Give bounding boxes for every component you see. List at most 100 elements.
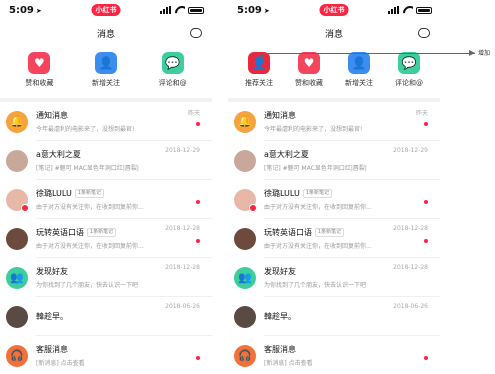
quick-action-comments[interactable]: 💬 评论和@ [385, 52, 433, 98]
location-icon: ➤ [35, 7, 42, 15]
chat-bubble-icon[interactable] [418, 25, 430, 38]
row-preview: [笔记] #魅可 MAC显色年洞口红|唇裂| [264, 165, 367, 172]
person-icon: 👤 [348, 52, 370, 74]
row-time: 2018-06-26 [165, 303, 200, 310]
verified-badge-icon [21, 203, 29, 212]
app-badge: 小红书 [91, 4, 121, 16]
quick-action-comments[interactable]: 💬 评论和@ [149, 52, 197, 98]
list-item[interactable]: 徐璐LULU 1条新笔记 由于对方没有关注你，在收到回复前你... [0, 180, 212, 219]
page-title: 消息 [324, 30, 343, 40]
avatar [6, 227, 28, 250]
quick-action-recommended-follows[interactable]: 👤 推荐关注 [235, 52, 283, 98]
unread-dot [424, 122, 428, 126]
row-preview: [新消息] 点击查看 [264, 360, 313, 367]
heart-icon: ♥ [298, 52, 320, 74]
quick-action-label: 赞和收藏 [25, 79, 54, 87]
quick-action-label: 新增关注 [91, 79, 120, 87]
list-item[interactable]: 韓趁早。 2018-06-26 [228, 297, 440, 336]
list-item[interactable]: a意大利之夏 [笔记] #魅可 MAC显色年洞口红|唇裂| 2018-12-29 [228, 141, 440, 180]
row-title: 韓趁早。 [264, 312, 296, 321]
list-item-customer-service[interactable]: 🎧 客服消息 [新消息] 点击查看 [0, 336, 212, 374]
battery-icon [416, 6, 432, 14]
phone-screen-before: 5:09➤ 小红书 消息 ♥ 赞和收藏 👤 新增关注 💬 评论和@ 🔔 通知消息… [0, 0, 212, 374]
quick-action-likes[interactable]: ♥ 赞和收藏 [15, 52, 63, 98]
avatar [234, 305, 256, 328]
message-list: 🔔 通知消息 今年最虐利的电影来了，没想到最官! 昨天 a意大利之夏 [笔记] #魅… [0, 102, 212, 374]
row-title: 徐璐LULU [36, 189, 72, 198]
row-preview: 由于对方没有关注你，在收到回复前你... [264, 204, 372, 211]
row-preview: 今年最虐利的电影来了，没想到最官! [36, 126, 135, 133]
list-item[interactable]: a意大利之夏 [笔记] #魅可 MAC显色年洞口红|唇裂| 2018-12-29 [0, 141, 212, 180]
unread-dot [196, 356, 200, 360]
annotation-arrow-icon [469, 50, 475, 56]
row-time: 2018-12-28 [393, 225, 428, 232]
list-item[interactable]: 玩转英语口语 1条新笔记 由于对方没有关注你，在收到回复前你... 2018-12-… [0, 219, 212, 258]
status-time: 5:09 ➤ [9, 5, 42, 16]
status-time: 5:09 ➤ [237, 5, 270, 16]
row-time: 2018-12-28 [393, 264, 428, 271]
quick-action-label: 评论和@ [158, 79, 187, 87]
list-item-customer-service[interactable]: 🎧 客服消息 [新消息] 点击查看 [228, 336, 440, 374]
list-item-find-friends[interactable]: 👥 发现好友 为你找到了几个朋友，快去认识一下吧 2018-12-28 [228, 258, 440, 297]
status-bar: 5:09 ➤ 小红书 [228, 0, 440, 22]
row-title: 韓趁早。 [36, 312, 68, 321]
avatar [234, 149, 256, 172]
new-note-tag: 1条新笔记 [87, 228, 117, 237]
list-item[interactable]: 徐璐LULU 1条新笔记 由于对方没有关注你，在收到回复前你... [228, 180, 440, 219]
location-icon: ➤ [263, 7, 270, 15]
row-time: 昨天 [187, 110, 200, 117]
avatar [6, 149, 28, 172]
row-preview: [新消息] 点击查看 [36, 360, 85, 367]
quick-actions: ♥ 赞和收藏 👤 新增关注 💬 评论和@ [0, 46, 212, 98]
list-item[interactable]: 韓趁早。 2018-06-26 [0, 297, 212, 336]
quick-action-label: 新增关注 [345, 79, 373, 87]
list-item-notification[interactable]: 🔔 通知消息 今年最虐利的电影来了，没想到最官! 昨天 [228, 102, 440, 141]
row-preview: 今年最虐利的电影来了，没想到最官! [264, 126, 363, 133]
new-note-tag: 1条新笔记 [315, 228, 345, 237]
row-preview: 为你找到了几个朋友，快去认识一下吧 [36, 282, 139, 289]
recommend-user-icon: 👤 [248, 52, 270, 74]
unread-dot [196, 200, 200, 204]
row-title: 客服消息 [36, 345, 68, 354]
list-item[interactable]: 玩转英语口语 1条新笔记由于对方没有关注你，在收到回复前你... 2018-12-… [228, 219, 440, 258]
phone-screen-after: 5:09➤ 小红书 消息 👤 推荐关注 ♥ 赞和收藏 👤 新增关注 💬 评论和@ [228, 0, 440, 374]
people-icon: 👥 [6, 266, 28, 289]
row-title: 玩转英语口语 [36, 228, 84, 237]
avatar [6, 188, 29, 212]
unread-dot [424, 239, 428, 243]
row-preview: 由于对方没有关注你，在收到回复前你... [36, 204, 144, 211]
status-bar: 5:09 ➤ 小红书 [0, 0, 212, 22]
list-item-notification[interactable]: 🔔 通知消息 今年最虐利的电影来了，没想到最官! 昨天 [0, 102, 212, 141]
chat-bubble-icon[interactable] [190, 25, 202, 38]
unread-dot [424, 356, 428, 360]
annotation-line [262, 53, 475, 54]
person-icon: 👤 [94, 52, 117, 74]
row-preview: 由于对方没有关注你，在收到回复前你... [264, 243, 372, 250]
quick-action-new-followers[interactable]: 👤 新增关注 [335, 52, 383, 98]
avatar [234, 188, 257, 212]
quick-action-likes[interactable]: ♥ 赞和收藏 [285, 52, 333, 98]
wifi-icon [403, 6, 413, 14]
row-time: 2018-12-29 [165, 147, 200, 154]
annotation-label: 增加 [478, 50, 491, 57]
verified-badge-icon [249, 203, 257, 212]
headset-icon: 🎧 [6, 344, 28, 367]
row-title: 通知消息 [264, 111, 296, 120]
new-note-tag: 1条新笔记 [302, 189, 333, 198]
row-preview: 为你找到了几个朋友，快去认识一下吧 [264, 282, 367, 289]
comment-icon: 💬 [398, 52, 420, 74]
row-title: 玩转英语口语 [264, 228, 312, 237]
list-item-find-friends[interactable]: 👥 发现好友 为你找到了几个朋友，快去认识一下吧 2018-12-28 [0, 258, 212, 297]
row-preview: [笔记] #魅可 MAC显色年洞口红|唇裂| [36, 165, 139, 172]
unread-dot [424, 200, 428, 204]
heart-icon: ♥ [28, 52, 51, 74]
status-indicators [160, 6, 204, 14]
people-icon: 👥 [234, 266, 256, 289]
headset-icon: 🎧 [234, 344, 256, 367]
nav-bar: 消息 [0, 22, 212, 46]
quick-action-label: 赞和收藏 [295, 79, 323, 87]
row-time: 2018-12-28 [165, 225, 200, 232]
bell-icon: 🔔 [234, 110, 256, 133]
quick-action-new-followers[interactable]: 👤 新增关注 [82, 52, 130, 98]
row-time: 2018-12-28 [165, 264, 200, 271]
